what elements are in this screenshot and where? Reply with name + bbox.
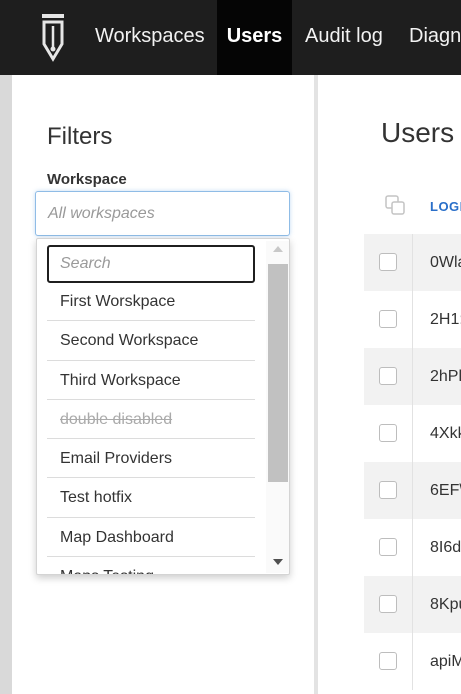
nav-workspaces[interactable]: Workspaces: [95, 0, 205, 75]
column-header-login[interactable]: LOGI: [430, 199, 461, 214]
workspace-option[interactable]: Email Providers: [47, 439, 255, 479]
user-login[interactable]: 8Kpu: [430, 576, 461, 633]
top-navigation: Workspaces Users Audit log Diagn: [0, 0, 461, 75]
workspace-option[interactable]: Maps Testing: [47, 557, 255, 574]
workspace-select[interactable]: All workspaces: [35, 191, 290, 236]
scroll-down-arrow-icon[interactable]: [273, 559, 283, 565]
user-login[interactable]: 8I6d: [430, 519, 461, 576]
table-row[interactable]: apiM: [364, 633, 461, 690]
table-row[interactable]: 2hPl: [364, 348, 461, 405]
workspace-option[interactable]: First Worskpace: [47, 282, 255, 322]
workspace-label: Workspace: [47, 171, 127, 188]
users-table-body: 0Wla 2H1: 2hPl 4Xkk 6EF\ 8I6d 8Kpu apiM: [364, 234, 461, 690]
row-checkbox[interactable]: [379, 253, 397, 271]
user-login[interactable]: 2hPl: [430, 348, 461, 405]
row-checkbox[interactable]: [379, 310, 397, 328]
row-checkbox[interactable]: [379, 652, 397, 670]
table-row[interactable]: 8Kpu: [364, 576, 461, 633]
row-checkbox[interactable]: [379, 367, 397, 385]
user-login[interactable]: 6EF\: [430, 462, 461, 519]
left-gutter: [0, 75, 12, 694]
pen-nib-logo-icon[interactable]: [38, 12, 68, 62]
workspace-option[interactable]: Map Dashboard: [47, 518, 255, 558]
scroll-up-arrow-icon[interactable]: [273, 246, 283, 252]
row-checkbox[interactable]: [379, 538, 397, 556]
users-title: Users: [381, 117, 455, 148]
table-row[interactable]: 4Xkk: [364, 405, 461, 462]
workspace-option[interactable]: Second Workspace: [47, 321, 255, 361]
user-login[interactable]: 2H1:: [430, 291, 461, 348]
table-row[interactable]: 6EF\: [364, 462, 461, 519]
dropdown-search-input[interactable]: Search: [47, 245, 255, 283]
table-row[interactable]: 8I6d: [364, 519, 461, 576]
row-checkbox[interactable]: [379, 481, 397, 499]
scrollbar-thumb[interactable]: [268, 264, 288, 482]
nav-diagnostics[interactable]: Diagn: [409, 0, 461, 75]
user-login[interactable]: 4Xkk: [430, 405, 461, 462]
filters-title: Filters: [47, 123, 113, 150]
nav-users[interactable]: Users: [217, 0, 292, 75]
users-panel: Users LOGI 0Wla 2H1: 2hPl 4Xkk 6EF\ 8I6d…: [318, 75, 461, 694]
select-all-icon[interactable]: [384, 194, 406, 216]
workspace-options-list: First Worskpace Second Workspace Third W…: [47, 282, 255, 574]
table-row[interactable]: 0Wla: [364, 234, 461, 291]
nav-audit-log[interactable]: Audit log: [305, 0, 383, 75]
table-row[interactable]: 2H1:: [364, 291, 461, 348]
dropdown-scrollbar[interactable]: [266, 241, 289, 573]
row-checkbox[interactable]: [379, 595, 397, 613]
workspace-dropdown: Search First Worskpace Second Workspace …: [36, 238, 290, 575]
workspace-option-disabled: double disabled: [47, 400, 255, 440]
workspace-option[interactable]: Third Workspace: [47, 361, 255, 400]
workspace-option[interactable]: Test hotfix: [47, 478, 255, 518]
row-checkbox[interactable]: [379, 424, 397, 442]
user-login[interactable]: apiM: [430, 633, 461, 690]
user-login[interactable]: 0Wla: [430, 234, 461, 291]
